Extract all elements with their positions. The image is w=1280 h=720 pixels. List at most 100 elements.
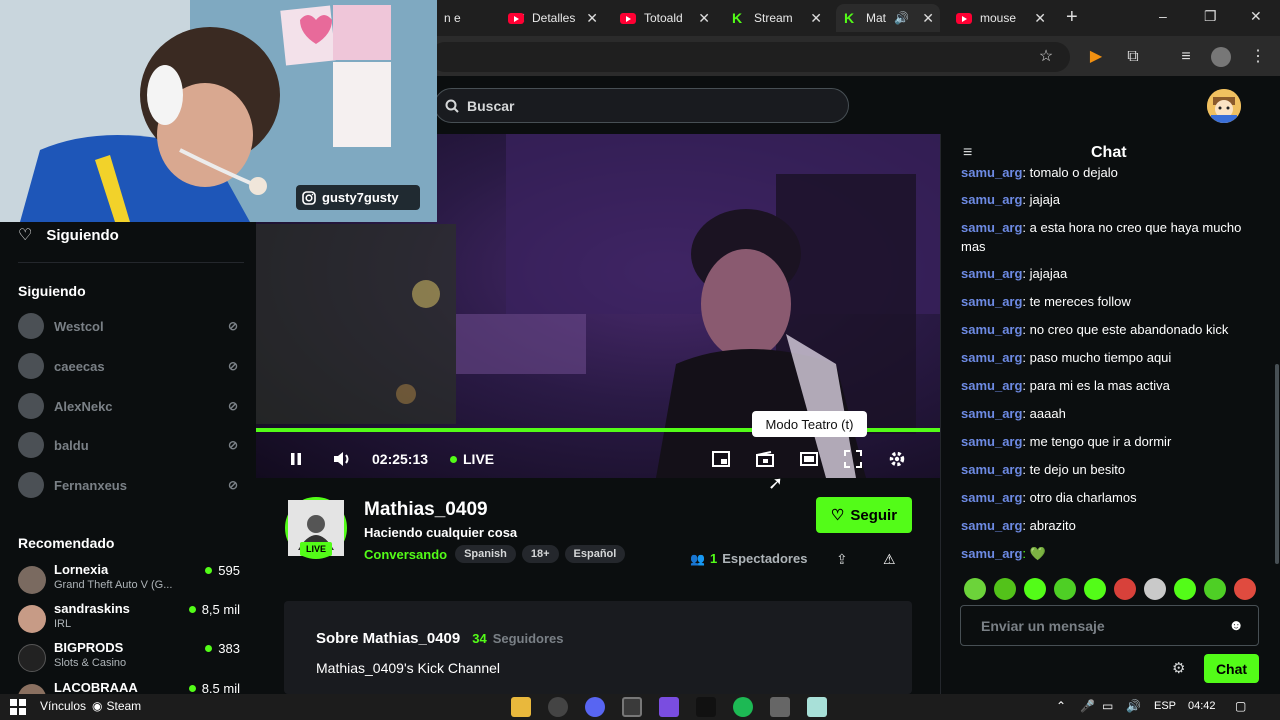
browser-tab[interactable]: Detalles ✕ (500, 4, 604, 32)
tag-pill[interactable]: Español (564, 545, 626, 563)
browser-tab[interactable]: Totoald ✕ (612, 4, 716, 32)
channel-name[interactable]: Mathias_0409 (364, 499, 488, 521)
file-explorer-icon[interactable] (511, 697, 531, 717)
following-item[interactable]: Westcol ⊘ (18, 312, 244, 340)
notifications-icon[interactable]: ▢ (1235, 699, 1246, 713)
address-bar[interactable] (430, 42, 1070, 72)
chat-username[interactable]: samu_arg (961, 166, 1022, 180)
tag-pill[interactable]: Spanish (455, 545, 516, 563)
emoji-icon[interactable]: ☻ (1228, 617, 1244, 634)
emote-icon[interactable] (1054, 578, 1076, 600)
emote-icon[interactable] (964, 578, 986, 600)
follow-button[interactable]: ♡ Seguir (816, 497, 912, 533)
media-control-icon[interactable]: ≡ (1175, 46, 1197, 68)
nav-following[interactable]: ♡ Siguiendo (18, 225, 119, 245)
close-tab-icon[interactable]: ✕ (810, 10, 822, 27)
chat-username[interactable]: samu_arg (961, 378, 1022, 393)
report-warning-icon[interactable]: ⚠ (883, 551, 896, 568)
emote-icon[interactable] (1174, 578, 1196, 600)
chat-username[interactable]: samu_arg (961, 518, 1022, 533)
mini-player-button[interactable] (712, 440, 730, 478)
close-tab-icon[interactable]: ✕ (1034, 10, 1046, 27)
browser-tab[interactable]: mouse ✕ (948, 4, 1052, 32)
close-tab-icon[interactable]: ✕ (922, 10, 934, 27)
emote-icon[interactable] (1084, 578, 1106, 600)
profile-avatar[interactable] (1211, 47, 1231, 67)
following-item[interactable]: caeecas ⊘ (18, 352, 244, 380)
chat-username[interactable]: samu_arg (961, 434, 1022, 449)
theater-mode-button[interactable] (800, 440, 818, 478)
emote-icon[interactable] (1204, 578, 1226, 600)
tag-pill[interactable]: 18+ (521, 545, 559, 563)
pause-button[interactable] (288, 440, 304, 478)
network-icon[interactable]: ▭ (1102, 699, 1113, 713)
search-input[interactable]: Buscar (434, 88, 849, 123)
share-icon[interactable]: ⇪ (836, 551, 848, 568)
chat-settings-gear-icon[interactable]: ⚙ (1172, 659, 1185, 677)
recommended-item[interactable]: LACOBRAAA 8.5 mil (18, 680, 244, 694)
recommended-item[interactable]: BIGPRODS Slots & Casino 383 (18, 640, 244, 676)
clock[interactable]: 04:42 (1188, 700, 1216, 712)
chat-username[interactable]: samu_arg (961, 462, 1022, 477)
emote-icon[interactable] (1144, 578, 1166, 600)
chat-username[interactable]: samu_arg (961, 546, 1022, 561)
recommended-item[interactable]: sandraskins IRL 8,5 mil (18, 601, 244, 637)
following-heading: Siguiendo (18, 283, 86, 299)
live-indicator[interactable]: LIVE (450, 440, 494, 478)
restore-button[interactable]: ❐ (1204, 8, 1217, 25)
chat-username[interactable]: samu_arg (961, 406, 1022, 421)
browser-menu-icon[interactable]: ⋮ (1247, 46, 1269, 68)
app-icon[interactable] (659, 697, 679, 717)
close-tab-icon[interactable]: ✕ (586, 10, 598, 27)
chat-send-button[interactable]: Chat (1204, 654, 1259, 683)
following-item[interactable]: Fernanxeus ⊘ (18, 471, 244, 499)
spotify-icon[interactable] (733, 697, 753, 717)
channel-avatar (18, 432, 44, 458)
fullscreen-button[interactable] (844, 440, 862, 478)
chat-scrollbar[interactable] (1275, 364, 1279, 564)
collapse-chat-icon[interactable]: ≡ (963, 144, 972, 162)
chat-message-input[interactable]: Enviar un mensaje ☻ (960, 605, 1259, 646)
links-toolbar[interactable]: Vínculos (40, 699, 86, 713)
extensions-puzzle-icon[interactable]: ⧉ (1122, 46, 1144, 68)
browser-tab-active[interactable]: K Mat 🔊 ✕ (836, 4, 940, 32)
emote-icon[interactable] (1234, 578, 1256, 600)
chat-username[interactable]: samu_arg (961, 220, 1022, 235)
emote-icon[interactable] (1024, 578, 1046, 600)
following-item[interactable]: AlexNekc ⊘ (18, 392, 244, 420)
tray-chevron-icon[interactable]: ⌃ (1056, 699, 1066, 713)
volume-button[interactable] (332, 440, 352, 478)
emote-icon[interactable] (1114, 578, 1136, 600)
settings-gear-icon[interactable] (770, 697, 790, 717)
settings-button[interactable] (888, 440, 906, 478)
chat-username[interactable]: samu_arg (961, 490, 1022, 505)
new-tab-button[interactable]: + (1066, 6, 1078, 29)
chat-username[interactable]: samu_arg (961, 192, 1022, 207)
chat-username[interactable]: samu_arg (961, 266, 1022, 281)
windows-start-icon[interactable] (10, 699, 26, 715)
browser-tab[interactable]: n e ✕ (436, 4, 526, 32)
user-avatar[interactable] (1207, 89, 1241, 123)
emote-icon[interactable] (994, 578, 1016, 600)
notes-icon[interactable] (807, 697, 827, 717)
minimize-button[interactable]: – (1159, 8, 1167, 24)
discord-icon[interactable] (585, 697, 605, 717)
microphone-icon[interactable]: 🎤 (1080, 699, 1095, 713)
chrome-icon[interactable] (622, 697, 642, 717)
language-indicator[interactable]: ESP (1154, 700, 1176, 712)
close-window-button[interactable]: ✕ (1250, 8, 1262, 25)
browser-tab[interactable]: K Stream ✕ (724, 4, 828, 32)
chat-username[interactable]: samu_arg (961, 294, 1022, 309)
chat-username[interactable]: samu_arg (961, 322, 1022, 337)
bookmark-star-icon[interactable]: ☆ (1035, 46, 1057, 68)
close-tab-icon[interactable]: ✕ (698, 10, 710, 27)
stream-category[interactable]: Conversando (364, 547, 447, 562)
chat-username[interactable]: samu_arg (961, 350, 1022, 365)
steam-shortcut[interactable]: ◉ Steam (92, 699, 141, 713)
volume-tray-icon[interactable]: 🔊 (1126, 699, 1141, 713)
obs-icon[interactable] (548, 697, 568, 717)
extension-play-icon[interactable]: ▶ (1085, 46, 1107, 68)
recommended-item[interactable]: Lornexia Grand Theft Auto V (G... 595 (18, 562, 244, 598)
following-item[interactable]: baldu ⊘ (18, 431, 244, 459)
tiktok-icon[interactable] (696, 697, 716, 717)
